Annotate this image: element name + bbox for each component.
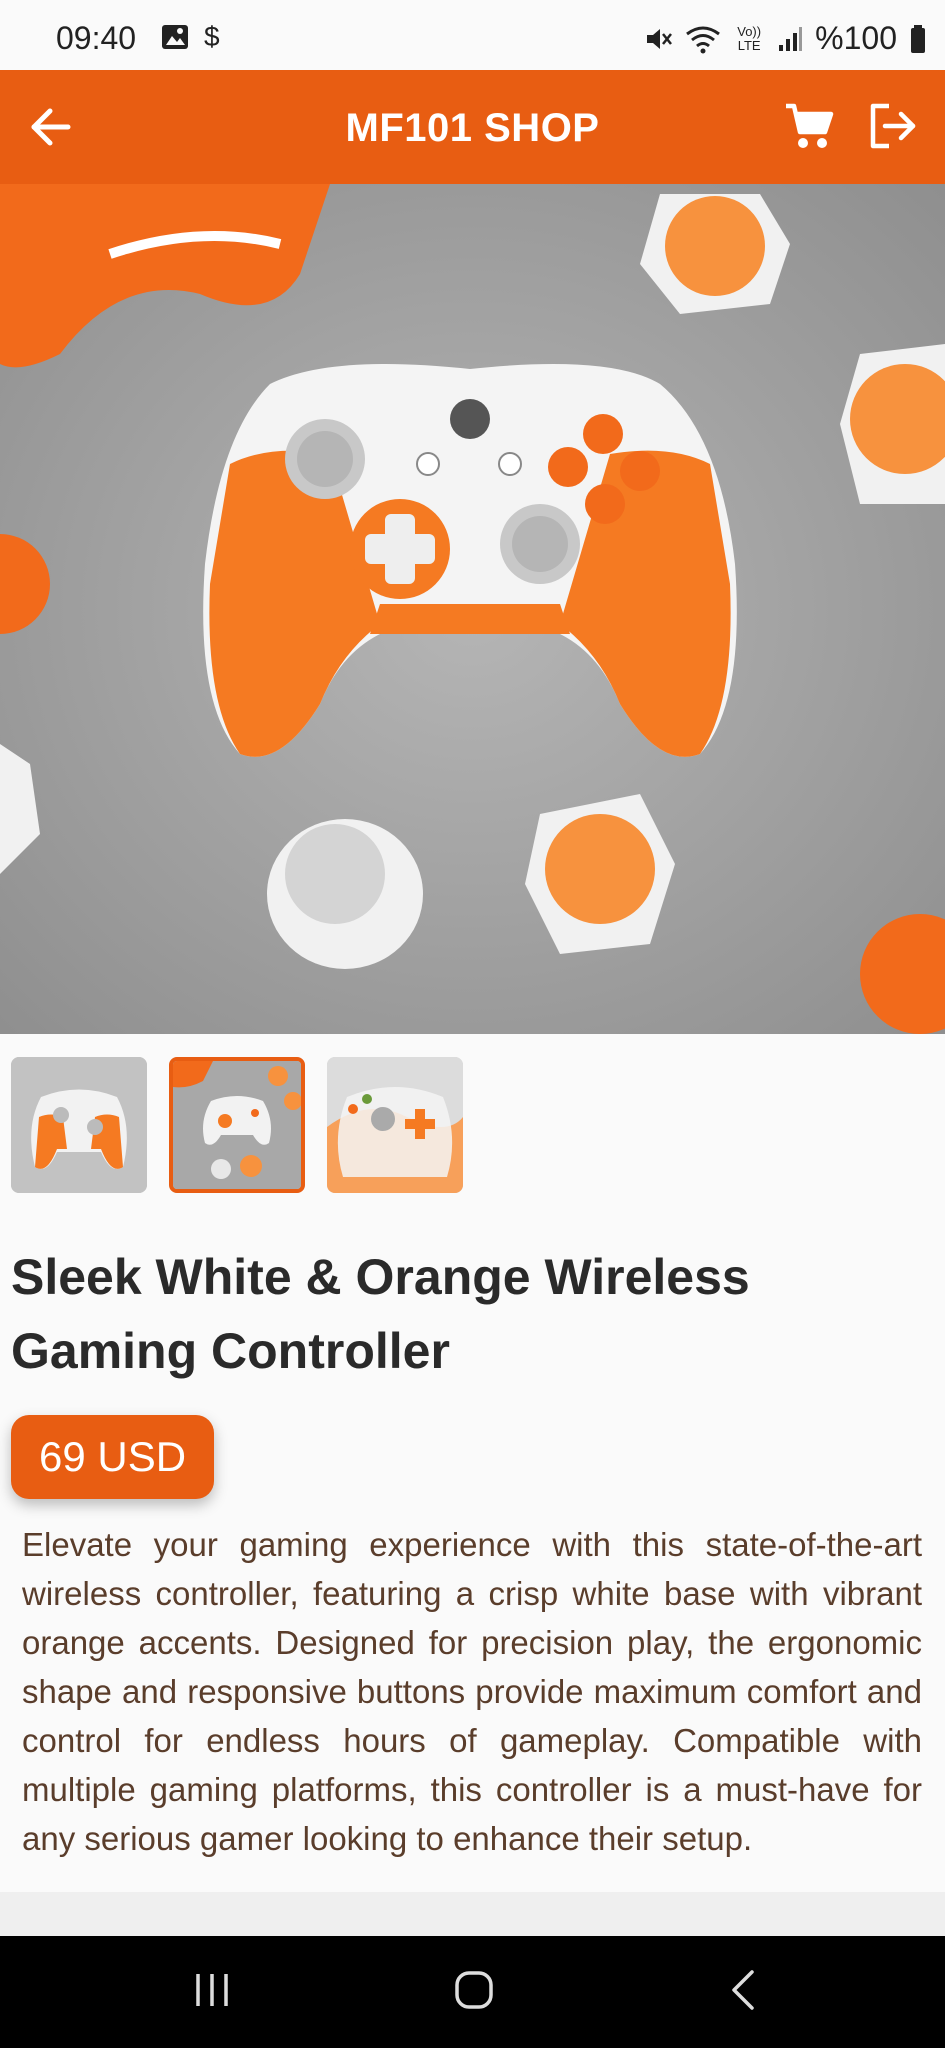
- back-icon[interactable]: [722, 1966, 766, 2014]
- battery-percent: %100: [815, 20, 897, 56]
- product-hero-image[interactable]: [0, 184, 945, 1034]
- system-nav-bar: [0, 1936, 945, 2048]
- thumbnail-3[interactable]: [327, 1057, 463, 1193]
- signal-icon: [779, 26, 803, 51]
- recent-apps-icon[interactable]: [190, 1968, 234, 2012]
- home-icon[interactable]: [452, 1968, 496, 2012]
- product-title: Sleek White & Orange Wireless Gaming Con…: [11, 1249, 750, 1379]
- thumbnail-2[interactable]: [169, 1057, 305, 1193]
- battery-icon: [911, 24, 925, 53]
- controller-illustration: [0, 184, 945, 1034]
- dollar-icon: $: [204, 21, 220, 52]
- image-icon: [162, 25, 188, 49]
- price-badge: 69 USD: [11, 1415, 215, 1499]
- volte-icon: Vo)) LTE: [737, 23, 762, 53]
- wifi-icon: [686, 26, 721, 53]
- status-bar: 09:40 $ Vo)) LTE %100: [0, 0, 945, 70]
- mute-icon: [647, 28, 673, 49]
- thumbnail-1[interactable]: [11, 1057, 147, 1193]
- cart-icon[interactable]: [783, 100, 835, 152]
- status-time: 09:40: [56, 20, 137, 56]
- logout-icon[interactable]: [867, 100, 919, 152]
- thumbnail-strip: [11, 1057, 463, 1193]
- app-bar: MF101 SHOP: [0, 70, 945, 184]
- bottom-strip: [0, 1892, 945, 1936]
- product-description: Elevate your gaming experience with this…: [22, 1526, 922, 1857]
